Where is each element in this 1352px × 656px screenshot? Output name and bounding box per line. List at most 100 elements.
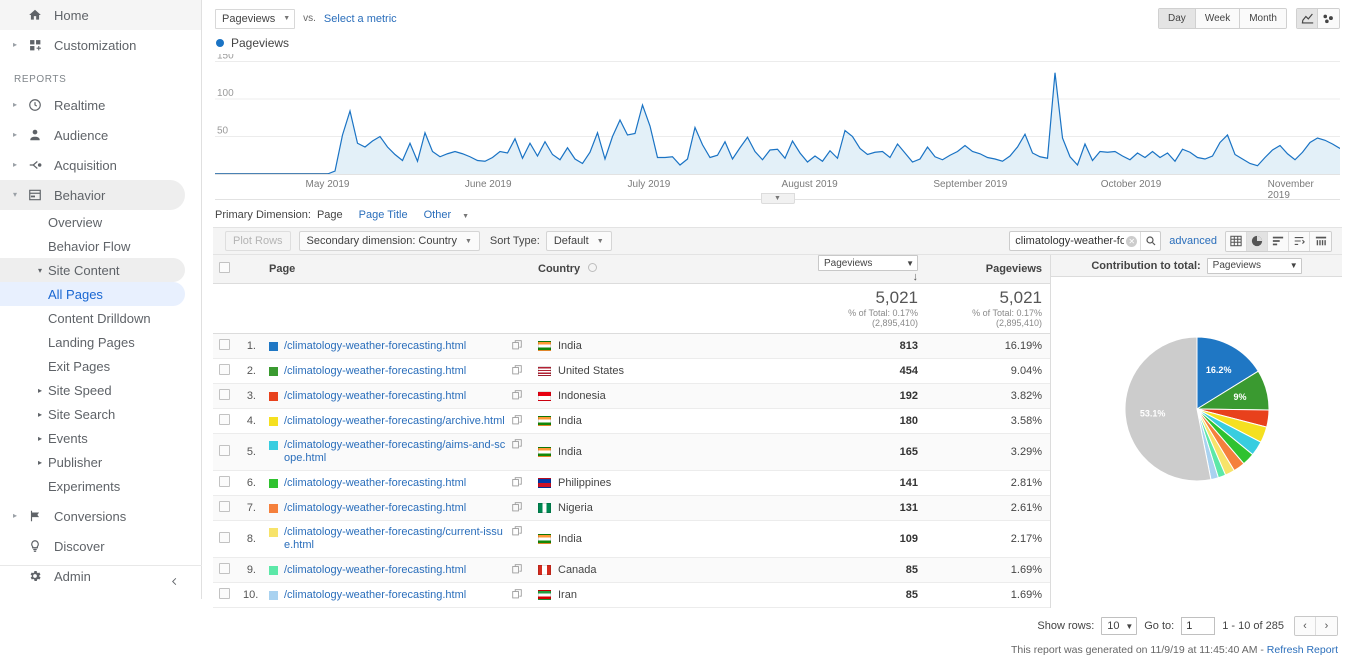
chevron-right-icon[interactable]: ▸ <box>8 512 22 520</box>
table-view-icon[interactable] <box>1226 231 1247 251</box>
pageviews-line-chart[interactable]: 50 100 150 <box>215 54 1340 174</box>
open-page-icon[interactable] <box>506 563 522 577</box>
granularity-month-button[interactable]: Month <box>1240 9 1286 28</box>
pivot-view-icon[interactable] <box>1310 231 1331 251</box>
primary-dimension-page-title[interactable]: Page Title <box>359 209 408 221</box>
page-link[interactable]: /climatology-weather-forecasting.html <box>284 502 466 515</box>
page-link[interactable]: /climatology-weather-forecasting/archive… <box>284 415 505 428</box>
page-column-header[interactable]: Page <box>261 255 530 284</box>
sidebar-item-discover[interactable]: Discover <box>0 531 201 561</box>
sidebar-item-audience[interactable]: ▸ Audience <box>0 120 201 150</box>
clear-search-icon[interactable]: ✕ <box>1126 235 1138 247</box>
plot-rows-button[interactable]: Plot Rows <box>225 231 291 251</box>
refresh-report-link[interactable]: Refresh Report <box>1267 644 1338 656</box>
open-page-icon[interactable] <box>506 501 522 515</box>
page-link[interactable]: /climatology-weather-forecasting.html <box>284 390 466 403</box>
sidebar-item-overview[interactable]: Overview <box>0 210 201 234</box>
sidebar-item-acquisition[interactable]: ▸ Acquisition <box>0 150 201 180</box>
page-link[interactable]: /climatology-weather-forecasting.html <box>284 564 466 577</box>
open-page-icon[interactable] <box>506 389 522 403</box>
sidebar-item-site-speed[interactable]: ▸ Site Speed <box>0 378 201 402</box>
sidebar-item-behavior[interactable]: ▾ Behavior <box>0 180 185 210</box>
percent-bar-view-icon[interactable] <box>1268 231 1289 251</box>
sidebar-item-site-search[interactable]: ▸ Site Search <box>0 402 201 426</box>
select-all-checkbox[interactable] <box>219 262 230 273</box>
open-page-icon[interactable] <box>506 476 522 490</box>
chart-expand-handle[interactable]: ▼ <box>760 193 795 204</box>
prev-page-button[interactable]: ‹ <box>1295 617 1316 635</box>
sort-descending-icon[interactable]: ↓ <box>913 271 919 283</box>
chevron-down-icon[interactable]: ▾ <box>8 191 22 199</box>
page-link[interactable]: /climatology-weather-forecasting/current… <box>284 526 506 552</box>
sidebar-item-exit-pages[interactable]: Exit Pages <box>0 354 201 378</box>
sidebar-item-content-drilldown[interactable]: Content Drilldown <box>0 306 201 330</box>
pie-chart-body[interactable]: 16.2% 9% 53.1% <box>1051 277 1342 540</box>
chevron-down-icon[interactable]: ▾ <box>38 266 48 275</box>
open-page-icon[interactable] <box>506 414 522 428</box>
pie-view-icon[interactable] <box>1247 231 1268 251</box>
row-checkbox[interactable] <box>219 445 230 456</box>
sidebar-item-conversions[interactable]: ▸ Conversions <box>0 501 201 531</box>
sidebar-collapse-button[interactable] <box>0 565 202 599</box>
pie-metric-select[interactable]: Pageviews ▼ <box>1206 257 1302 274</box>
granularity-week-button[interactable]: Week <box>1195 9 1241 28</box>
sidebar-item-publisher[interactable]: ▸ Publisher <box>0 450 201 474</box>
advanced-link[interactable]: advanced <box>1169 235 1217 247</box>
sidebar-item-site-content[interactable]: ▾ Site Content <box>0 258 185 282</box>
row-checkbox[interactable] <box>219 501 230 512</box>
chevron-right-icon[interactable]: ▸ <box>38 458 48 467</box>
performance-view-icon[interactable] <box>1289 231 1310 251</box>
open-page-icon[interactable] <box>506 339 522 353</box>
open-page-icon[interactable] <box>506 588 522 602</box>
metric-select[interactable]: Pageviews ▼ <box>215 8 296 29</box>
sidebar-item-customization[interactable]: ▸ Customization <box>0 30 201 60</box>
sidebar-item-realtime[interactable]: ▸ Realtime <box>0 90 201 120</box>
chevron-right-icon[interactable]: ▸ <box>8 161 22 169</box>
chevron-right-icon[interactable]: ▸ <box>38 410 48 419</box>
next-page-button[interactable]: › <box>1316 617 1337 635</box>
sidebar-item-landing-pages[interactable]: Landing Pages <box>0 330 201 354</box>
granularity-day-button[interactable]: Day <box>1159 9 1196 28</box>
sidebar-item-behavior-flow[interactable]: Behavior Flow <box>0 234 201 258</box>
page-link[interactable]: /climatology-weather-forecasting.html <box>284 365 466 378</box>
chevron-right-icon[interactable]: ▸ <box>8 41 22 49</box>
row-checkbox[interactable] <box>219 588 230 599</box>
open-page-icon[interactable] <box>506 439 522 452</box>
row-checkbox[interactable] <box>219 532 230 543</box>
pageviews-percent-header[interactable]: Pageviews <box>926 255 1050 284</box>
row-checkbox[interactable] <box>219 476 230 487</box>
page-link[interactable]: /climatology-weather-forecasting/aims-an… <box>284 439 506 465</box>
open-page-icon[interactable] <box>506 364 522 378</box>
line-chart-icon[interactable] <box>1297 9 1318 28</box>
chevron-right-icon[interactable]: ▸ <box>8 101 22 109</box>
page-link[interactable]: /climatology-weather-forecasting.html <box>284 340 466 353</box>
row-checkbox[interactable] <box>219 339 230 350</box>
sidebar-item-home[interactable]: Home <box>0 0 201 30</box>
sidebar-item-events[interactable]: ▸ Events <box>0 426 201 450</box>
sidebar-item-all-pages[interactable]: All Pages <box>0 282 185 306</box>
search-input[interactable] <box>1010 235 1127 247</box>
select-a-metric-link[interactable]: Select a metric <box>324 13 397 25</box>
chevron-right-icon[interactable]: ▸ <box>38 386 48 395</box>
open-page-icon[interactable] <box>506 526 522 539</box>
goto-page-input[interactable] <box>1181 617 1216 635</box>
metric-column-select[interactable]: Pageviews ▼ <box>818 255 918 271</box>
row-checkbox[interactable] <box>219 563 230 574</box>
primary-dimension-other[interactable]: Other ▼ <box>424 209 470 221</box>
row-checkbox[interactable] <box>219 364 230 375</box>
search-icon[interactable] <box>1140 232 1160 250</box>
search-box[interactable]: ✕ <box>1009 231 1162 251</box>
secondary-dimension-button[interactable]: Secondary dimension: Country ▼ <box>298 231 480 251</box>
chevron-right-icon[interactable]: ▸ <box>38 434 48 443</box>
sort-type-button[interactable]: Default ▼ <box>545 231 612 251</box>
page-link[interactable]: /climatology-weather-forecasting.html <box>284 477 466 490</box>
page-link[interactable]: /climatology-weather-forecasting.html <box>284 589 466 602</box>
sidebar-item-experiments[interactable]: Experiments <box>0 474 201 498</box>
show-rows-select[interactable]: 10 ▼ <box>1101 617 1138 635</box>
info-icon[interactable] <box>588 263 598 272</box>
country-column-header[interactable]: Country <box>530 255 798 284</box>
chevron-right-icon[interactable]: ▸ <box>8 131 22 139</box>
row-checkbox[interactable] <box>219 414 230 425</box>
row-checkbox[interactable] <box>219 389 230 400</box>
scatter-chart-icon[interactable] <box>1318 9 1339 28</box>
